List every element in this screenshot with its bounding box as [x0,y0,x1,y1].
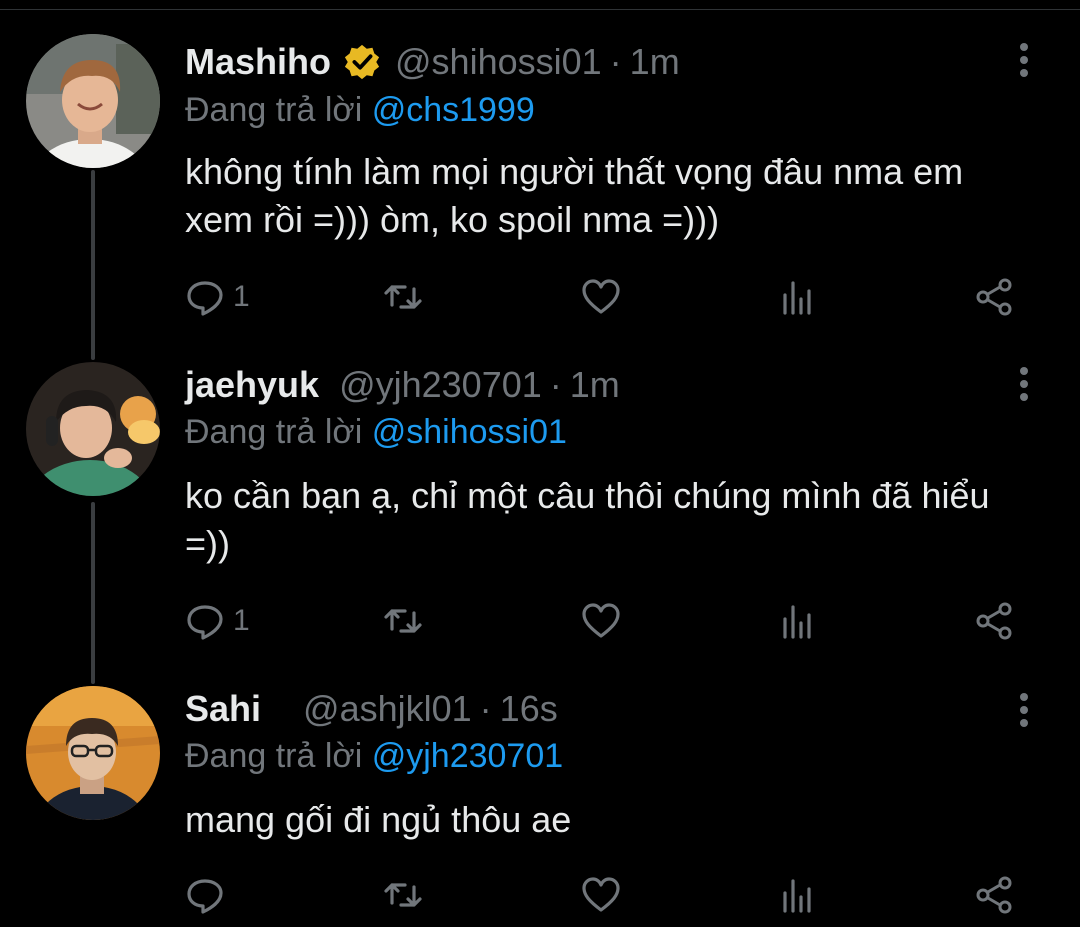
share-button[interactable] [975,272,1015,322]
reply-icon [185,601,225,641]
action-bar: 1 [185,272,1025,322]
replying-to: Đang trả lời @chs1999 [185,88,535,132]
display-name[interactable]: Sahi [185,688,261,730]
replying-mention[interactable]: @yjh230701 [372,737,563,775]
reply-button[interactable]: 1 [185,596,250,646]
avatar[interactable] [26,686,160,820]
top-divider [0,0,1080,10]
tweet-text: không tính làm mọi người thất vọng đâu n… [185,151,964,240]
reply-count: 1 [233,280,250,313]
like-icon [581,875,621,915]
views-icon [779,875,819,915]
replying-to: Đang trả lời @shihossi01 [185,410,567,454]
display-name[interactable]: Mashiho [185,41,331,83]
reply-count: 1 [233,604,250,637]
tweet-header: jaehyuk @yjh230701 · 1m [185,360,620,410]
share-button[interactable] [975,596,1015,646]
reply-button[interactable] [185,870,225,920]
tweet-text: ko cần bạn ạ, chỉ một câu thôi chúng mìn… [185,475,990,564]
like-button[interactable] [581,870,621,920]
retweet-button[interactable] [383,870,423,920]
replying-prefix: Đang trả lời [185,737,363,775]
views-icon [779,277,819,317]
separator: · [549,364,562,405]
separator: · [609,41,622,82]
more-icon[interactable] [1012,362,1036,406]
retweet-button[interactable] [383,596,423,646]
tweet-header: Sahi @ashjkl01 · 16s [185,684,558,734]
replying-mention[interactable]: @shihossi01 [372,413,567,451]
share-icon [975,875,1015,915]
share-button[interactable] [975,870,1015,920]
timestamp[interactable]: 1m [630,41,680,83]
views-button[interactable] [779,272,819,322]
handle[interactable]: @yjh230701 [339,364,542,406]
retweet-icon [383,875,423,915]
verified-badge-icon [343,43,381,81]
share-icon [975,277,1015,317]
reply-icon [185,277,225,317]
timestamp[interactable]: 1m [570,364,620,406]
like-icon [581,601,621,641]
display-name[interactable]: jaehyuk [185,364,319,406]
thread-connector [91,170,95,360]
like-button[interactable] [581,596,621,646]
handle[interactable]: @ashjkl01 [303,688,472,730]
more-icon[interactable] [1012,38,1036,82]
retweet-icon [383,601,423,641]
retweet-icon [383,277,423,317]
tweet-text: mang gối đi ngủ thôu ae [185,799,572,840]
like-icon [581,277,621,317]
replying-prefix: Đang trả lời [185,91,363,129]
action-bar [185,870,1025,920]
replying-prefix: Đang trả lời [185,413,363,451]
views-icon [779,601,819,641]
handle[interactable]: @shihossi01 [395,41,602,83]
retweet-button[interactable] [383,272,423,322]
share-icon [975,601,1015,641]
thread-connector [91,502,95,684]
avatar[interactable] [26,34,160,168]
avatar[interactable] [26,362,160,496]
views-button[interactable] [779,596,819,646]
reply-button[interactable]: 1 [185,272,250,322]
tweet-header: Mashiho @shihossi01 · 1m [185,37,680,87]
views-button[interactable] [779,870,819,920]
timestamp[interactable]: 16s [500,688,558,730]
separator: · [479,688,492,729]
replying-to: Đang trả lời @yjh230701 [185,734,563,778]
reply-icon [185,875,225,915]
replying-mention[interactable]: @chs1999 [372,91,535,129]
more-icon[interactable] [1012,688,1036,732]
like-button[interactable] [581,272,621,322]
action-bar: 1 [185,596,1025,646]
